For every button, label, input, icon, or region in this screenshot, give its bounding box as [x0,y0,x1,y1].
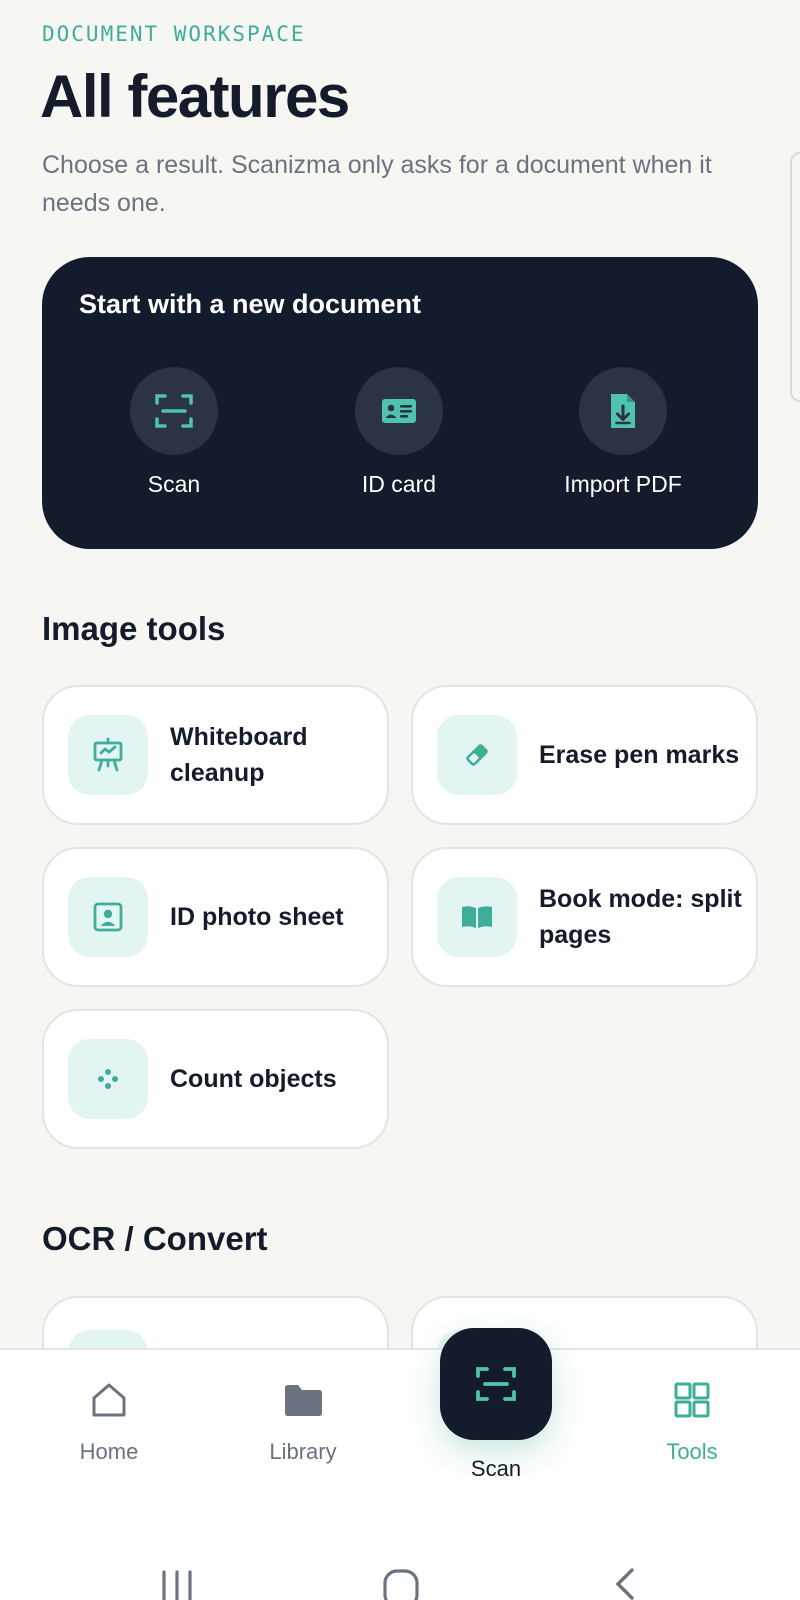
scroll-area[interactable]: DOCUMENT WORKSPACE All features Choose a… [0,0,800,1348]
start-card-title: Start with a new document [79,289,422,319]
scan-icon [476,1367,516,1401]
bottom-nav: Home Library Tools [0,1348,800,1508]
tool-count-objects[interactable]: Count objects [42,1009,389,1149]
page-subtitle: Choose a result. Scanizma only asks for … [42,151,712,217]
id-photo-icon [68,877,148,957]
tool-label: Whiteboard cleanup [170,723,308,787]
back-icon[interactable] [610,1568,638,1600]
scan-icon [130,367,218,455]
tool-erase-pen-marks[interactable]: Erase pen marks [411,685,758,825]
tool-label: Erase pen marks [539,741,740,769]
nav-scan-label[interactable]: Scan [436,1456,556,1482]
nav-library[interactable]: Library [233,1380,373,1465]
tool-icon [68,1330,148,1348]
start-id-card-label: ID card [361,471,437,497]
start-import-pdf-label: Import PDF [564,471,682,497]
tool-whiteboard-cleanup[interactable]: Whiteboard cleanup [42,685,389,825]
grid-icon [674,1382,710,1418]
tool-label: ID photo sheet [170,903,344,931]
whiteboard-icon [68,715,148,795]
eyebrow-label: DOCUMENT WORKSPACE [42,22,306,46]
start-new-document-card: Start with a new document Scan ID card I… [42,257,758,549]
tool-card-partial[interactable] [42,1296,389,1348]
system-navigation-bar [0,1508,800,1600]
folder-icon [285,1385,322,1416]
nav-home[interactable]: Home [39,1380,179,1465]
tool-label: Book mode: split pages [539,885,742,949]
dots-icon [68,1039,148,1119]
id-card-icon [355,367,443,455]
home-icon [92,1383,126,1417]
start-id-card-button[interactable]: ID card [309,367,489,498]
book-icon [437,877,517,957]
import-pdf-icon [579,367,667,455]
page-title: All features [40,63,350,130]
tool-label: Count objects [170,1065,337,1093]
start-scan-button[interactable]: Scan [84,367,264,498]
nav-library-label: Library [269,1439,337,1464]
tool-id-photo-sheet[interactable]: ID photo sheet [42,847,389,987]
recent-apps-icon[interactable] [160,1568,194,1600]
tool-book-mode[interactable]: Book mode: split pages [411,847,758,987]
ocr-convert-title: OCR / Convert [42,1220,268,1257]
image-tools-title: Image tools [42,610,226,647]
home-button-icon[interactable] [382,1568,420,1600]
scan-fab-button[interactable] [440,1328,552,1440]
nav-tools-label: Tools [666,1439,718,1464]
eraser-icon [437,715,517,795]
nav-tools[interactable]: Tools [622,1380,762,1465]
nav-home-label: Home [79,1439,139,1464]
start-scan-label: Scan [147,471,201,497]
edge-panel-handle[interactable] [790,152,800,402]
start-import-pdf-button[interactable]: Import PDF [533,367,713,498]
